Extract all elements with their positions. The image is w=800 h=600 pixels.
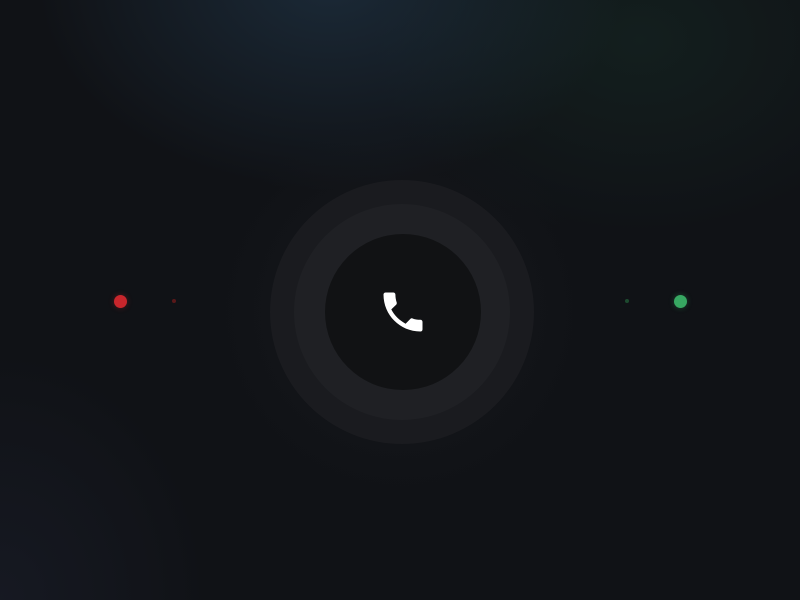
accept-target-dot[interactable]: [674, 295, 687, 308]
incoming-call-screen: [0, 0, 800, 600]
phone-handset-icon: [383, 292, 423, 332]
decline-swipe-trail: [172, 299, 176, 303]
accept-swipe-trail: [625, 299, 629, 303]
call-slider-handle[interactable]: [325, 234, 481, 390]
decline-target-dot[interactable]: [114, 295, 127, 308]
